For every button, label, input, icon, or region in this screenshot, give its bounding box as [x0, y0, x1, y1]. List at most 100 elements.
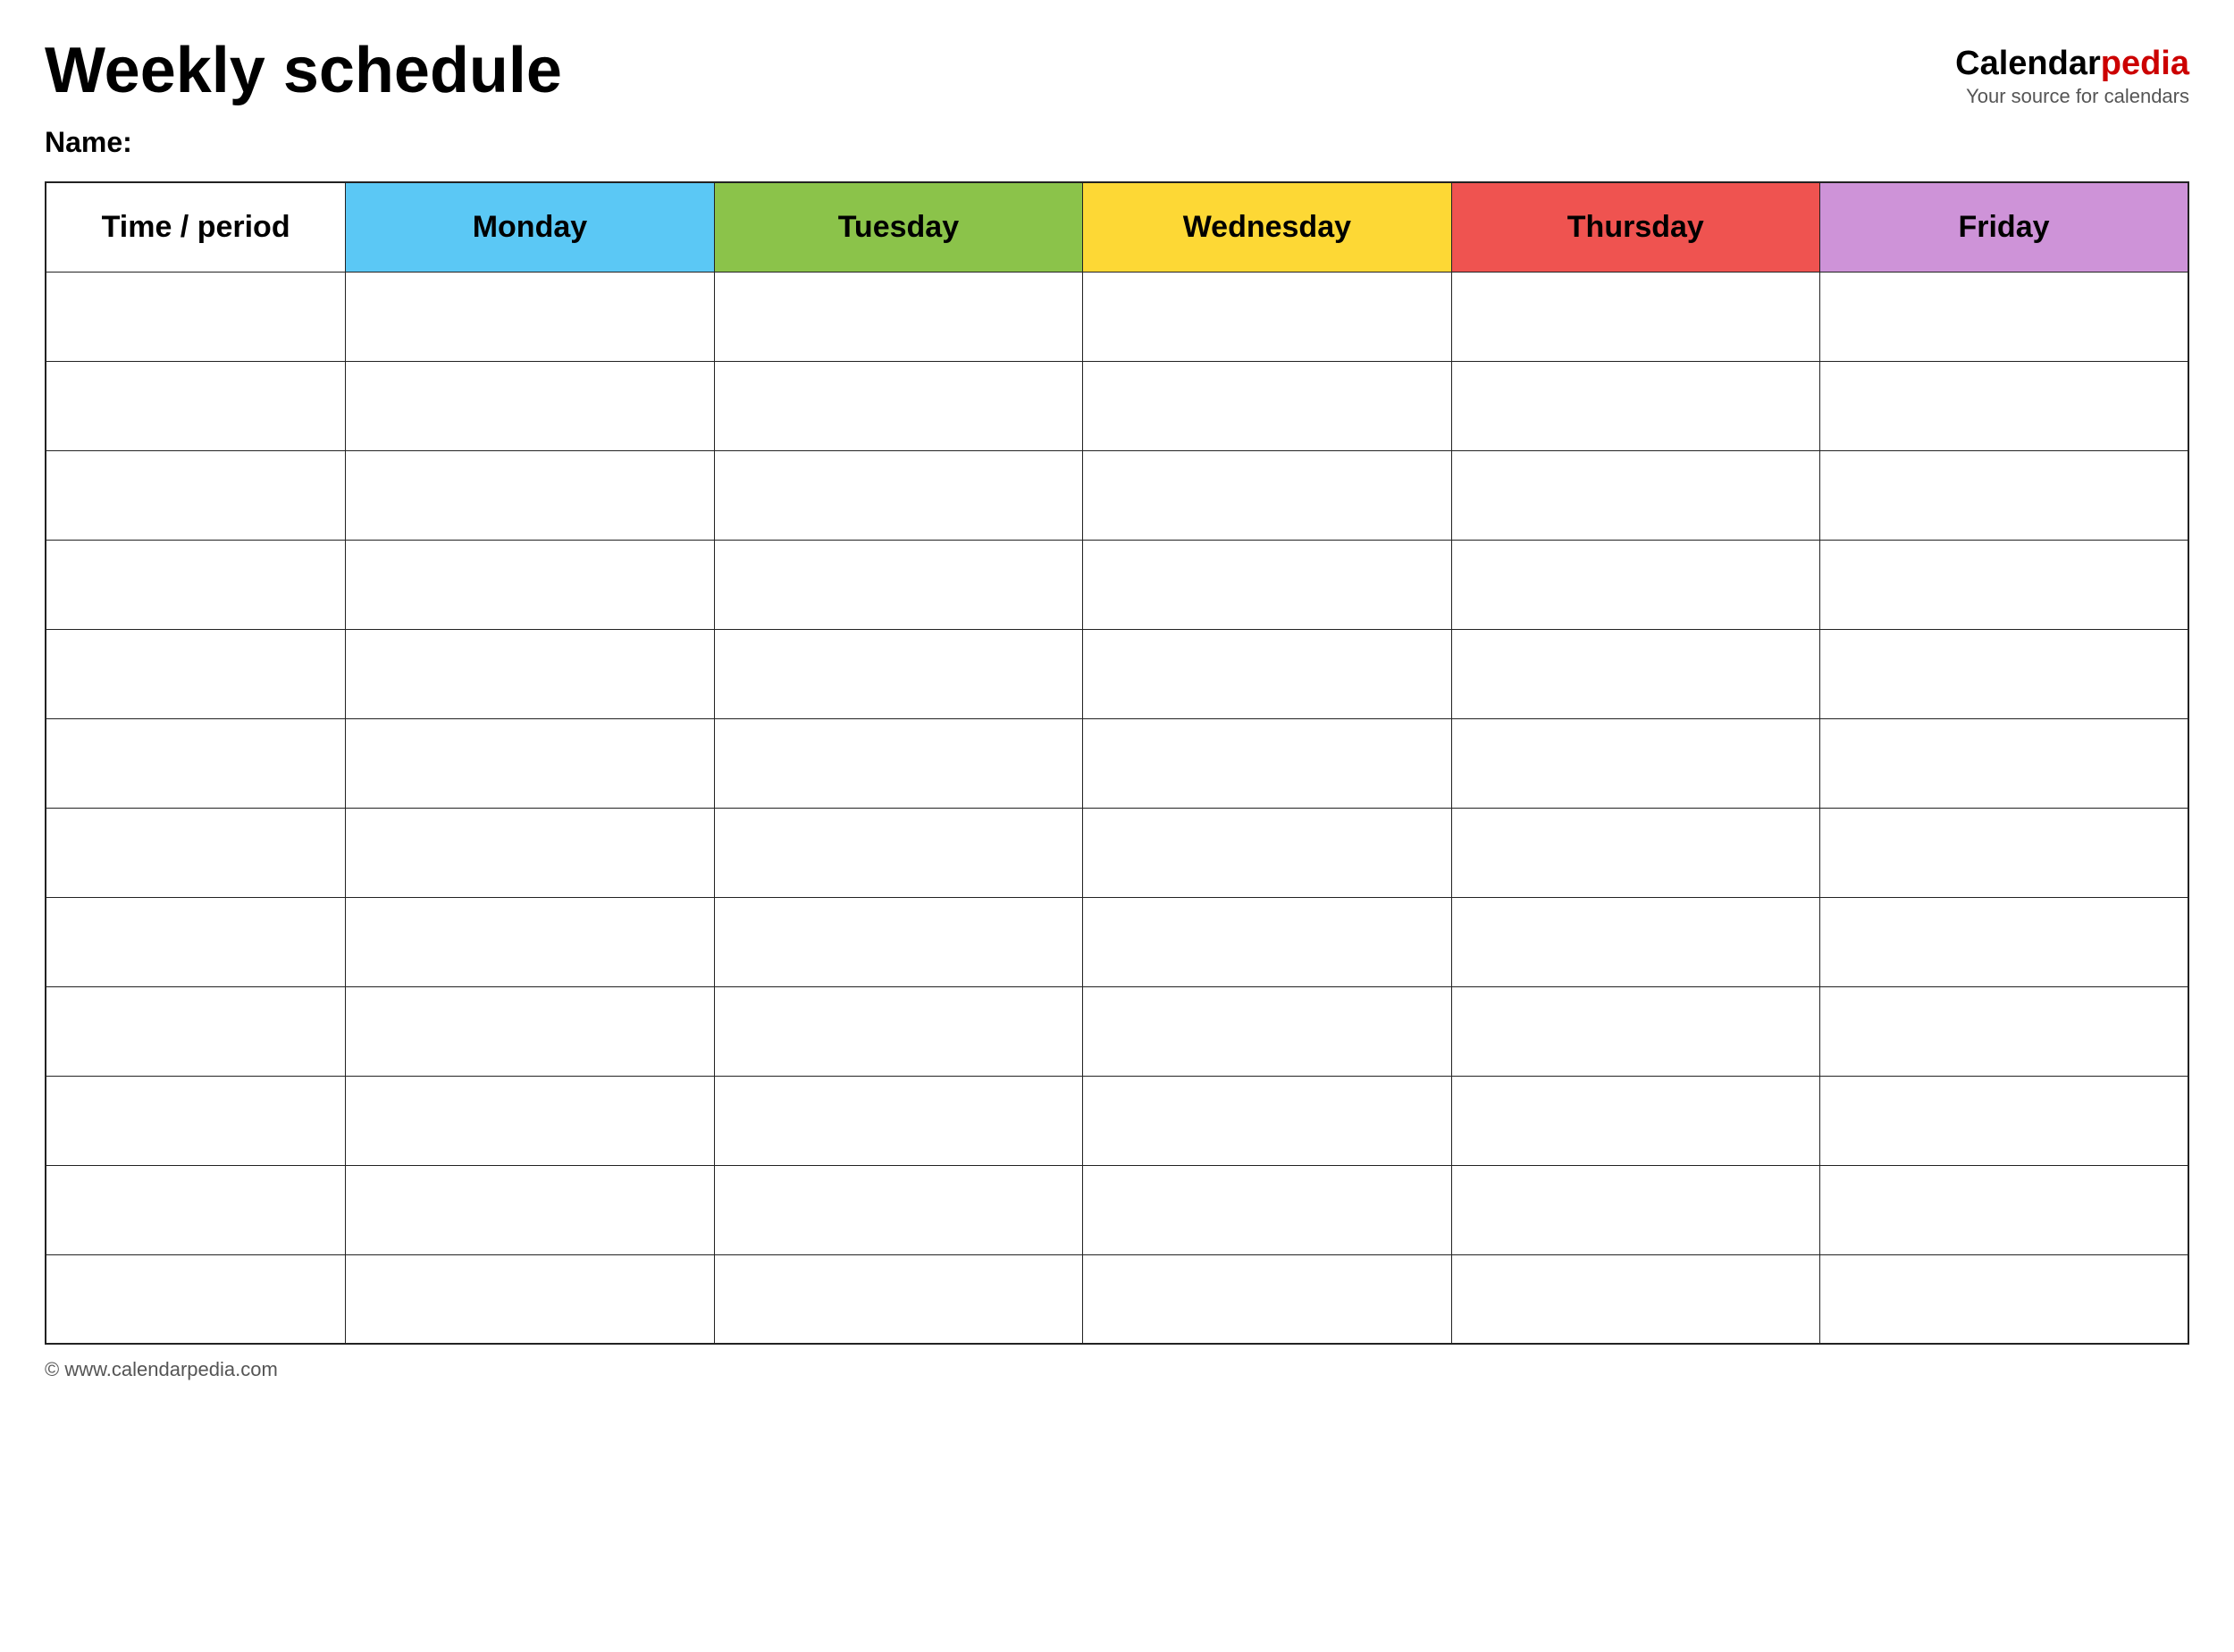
table-cell[interactable]: [714, 986, 1082, 1076]
copyright: © www.calendarpedia.com: [45, 1358, 278, 1380]
page-title: Weekly schedule: [45, 36, 562, 106]
table-cell[interactable]: [46, 1254, 346, 1344]
table-cell[interactable]: [46, 718, 346, 808]
table-cell[interactable]: [46, 1076, 346, 1165]
table-cell[interactable]: [1451, 450, 1819, 540]
table-cell[interactable]: [1451, 629, 1819, 718]
table-cell[interactable]: [1083, 808, 1451, 897]
table-cell[interactable]: [346, 986, 714, 1076]
table-cell[interactable]: [714, 450, 1082, 540]
table-row: [46, 1254, 2188, 1344]
table-cell[interactable]: [46, 897, 346, 986]
table-cell[interactable]: [46, 1165, 346, 1254]
table-cell[interactable]: [714, 361, 1082, 450]
table-cell[interactable]: [1820, 1076, 2188, 1165]
table-cell[interactable]: [1083, 540, 1451, 629]
table-row: [46, 1076, 2188, 1165]
table-row: [46, 540, 2188, 629]
table-cell[interactable]: [346, 272, 714, 361]
table-cell[interactable]: [1083, 1076, 1451, 1165]
col-header-tuesday: Tuesday: [714, 182, 1082, 272]
table-cell[interactable]: [46, 629, 346, 718]
table-cell[interactable]: [46, 450, 346, 540]
header-row: Time / period Monday Tuesday Wednesday T…: [46, 182, 2188, 272]
table-cell[interactable]: [1451, 986, 1819, 1076]
table-cell[interactable]: [346, 897, 714, 986]
table-cell[interactable]: [1820, 986, 2188, 1076]
table-cell[interactable]: [714, 629, 1082, 718]
table-cell[interactable]: [346, 540, 714, 629]
table-cell[interactable]: [1820, 272, 2188, 361]
col-header-friday: Friday: [1820, 182, 2188, 272]
col-header-wednesday: Wednesday: [1083, 182, 1451, 272]
logo-pedia: pedia: [2101, 45, 2189, 82]
page-header: Weekly schedule Calendarpedia Your sourc…: [45, 36, 2189, 108]
table-cell[interactable]: [46, 808, 346, 897]
table-cell[interactable]: [714, 718, 1082, 808]
table-cell[interactable]: [346, 629, 714, 718]
footer: © www.calendarpedia.com: [45, 1358, 2189, 1381]
table-cell[interactable]: [1083, 718, 1451, 808]
table-cell[interactable]: [46, 272, 346, 361]
table-cell[interactable]: [346, 450, 714, 540]
table-cell[interactable]: [1083, 450, 1451, 540]
table-cell[interactable]: [1451, 718, 1819, 808]
table-cell[interactable]: [714, 897, 1082, 986]
table-cell[interactable]: [714, 272, 1082, 361]
table-row: [46, 361, 2188, 450]
table-cell[interactable]: [46, 361, 346, 450]
schedule-table: Time / period Monday Tuesday Wednesday T…: [45, 181, 2189, 1345]
table-cell[interactable]: [1083, 629, 1451, 718]
col-header-monday: Monday: [346, 182, 714, 272]
table-cell[interactable]: [346, 718, 714, 808]
table-cell[interactable]: [1451, 897, 1819, 986]
table-cell[interactable]: [1820, 361, 2188, 450]
table-cell[interactable]: [1451, 361, 1819, 450]
col-header-thursday: Thursday: [1451, 182, 1819, 272]
table-cell[interactable]: [346, 1165, 714, 1254]
table-cell[interactable]: [1820, 629, 2188, 718]
table-cell[interactable]: [1820, 450, 2188, 540]
table-row: [46, 1165, 2188, 1254]
table-cell[interactable]: [1451, 540, 1819, 629]
table-cell[interactable]: [1083, 986, 1451, 1076]
table-cell[interactable]: [1820, 808, 2188, 897]
table-cell[interactable]: [714, 808, 1082, 897]
table-cell[interactable]: [46, 540, 346, 629]
table-row: [46, 986, 2188, 1076]
table-cell[interactable]: [1083, 1254, 1451, 1344]
schedule-body: [46, 272, 2188, 1344]
table-cell[interactable]: [346, 1254, 714, 1344]
col-header-time: Time / period: [46, 182, 346, 272]
name-label: Name:: [45, 126, 2189, 159]
table-cell[interactable]: [346, 361, 714, 450]
table-cell[interactable]: [1820, 1254, 2188, 1344]
table-cell[interactable]: [714, 1165, 1082, 1254]
table-cell[interactable]: [714, 1076, 1082, 1165]
table-row: [46, 272, 2188, 361]
table-cell[interactable]: [346, 1076, 714, 1165]
table-cell[interactable]: [714, 1254, 1082, 1344]
table-cell[interactable]: [1820, 540, 2188, 629]
logo: Calendarpedia Your source for calendars: [1955, 36, 2189, 108]
table-row: [46, 808, 2188, 897]
table-cell[interactable]: [46, 986, 346, 1076]
table-cell[interactable]: [1083, 272, 1451, 361]
table-cell[interactable]: [1451, 1076, 1819, 1165]
table-cell[interactable]: [1083, 1165, 1451, 1254]
table-cell[interactable]: [1083, 897, 1451, 986]
table-row: [46, 450, 2188, 540]
logo-calendar: Calendar: [1955, 45, 2101, 82]
table-cell[interactable]: [346, 808, 714, 897]
table-cell[interactable]: [1820, 897, 2188, 986]
table-cell[interactable]: [714, 540, 1082, 629]
table-cell[interactable]: [1820, 1165, 2188, 1254]
logo-text: Calendarpedia: [1955, 45, 2189, 83]
table-cell[interactable]: [1451, 808, 1819, 897]
table-cell[interactable]: [1451, 272, 1819, 361]
table-row: [46, 629, 2188, 718]
table-cell[interactable]: [1820, 718, 2188, 808]
table-cell[interactable]: [1451, 1165, 1819, 1254]
table-cell[interactable]: [1083, 361, 1451, 450]
table-cell[interactable]: [1451, 1254, 1819, 1344]
